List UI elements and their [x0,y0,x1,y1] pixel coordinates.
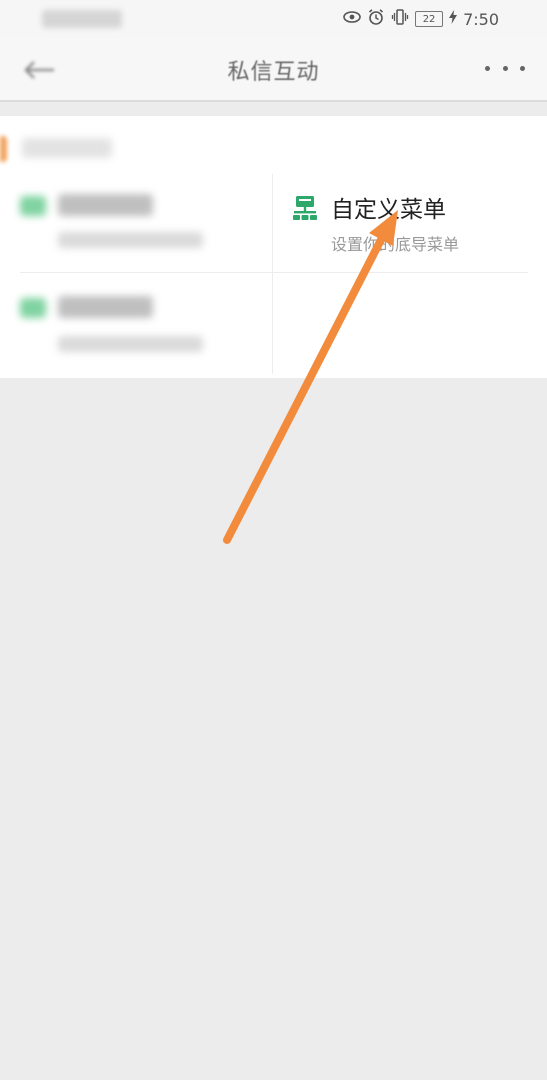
vibrate-icon [391,8,409,30]
grid-divider [20,272,528,273]
feature-icon [20,196,46,216]
eye-icon [343,10,361,28]
status-bar: 22 7:50 [0,0,547,38]
battery-icon: 22 [415,11,444,27]
status-icons: 22 7:50 [343,8,499,30]
feature-subtitle-blurred [58,336,203,352]
custom-menu-icon [291,194,319,222]
feature-subtitle-blurred [58,232,203,248]
feature-title-blurred [58,194,153,216]
dot [485,65,490,71]
section-label-blurred [22,138,112,158]
section-accent-bar [0,136,7,162]
dot [502,65,508,71]
feature-item-blurred[interactable] [0,276,272,372]
carrier-info-blurred [42,10,122,28]
feature-item-blurred[interactable] [0,176,272,272]
feature-title-blurred [58,296,153,318]
custom-menu-title: 自定义菜单 [331,197,446,223]
charging-icon [449,10,458,28]
page-title: 私信互动 [227,60,320,85]
feature-icon [20,298,46,318]
alarm-icon [367,8,385,30]
feature-panel: 自定义菜单 设置你的底导菜单 [0,116,547,378]
nav-bar: 私信互动 [0,38,547,102]
custom-menu-item[interactable]: 自定义菜单 设置你的底导菜单 [273,176,528,272]
section-header [0,126,547,166]
more-dots-icon[interactable] [485,56,525,80]
custom-menu-subtitle: 设置你的底导菜单 [331,235,460,254]
status-time: 7:50 [463,9,499,29]
dot [520,65,525,71]
